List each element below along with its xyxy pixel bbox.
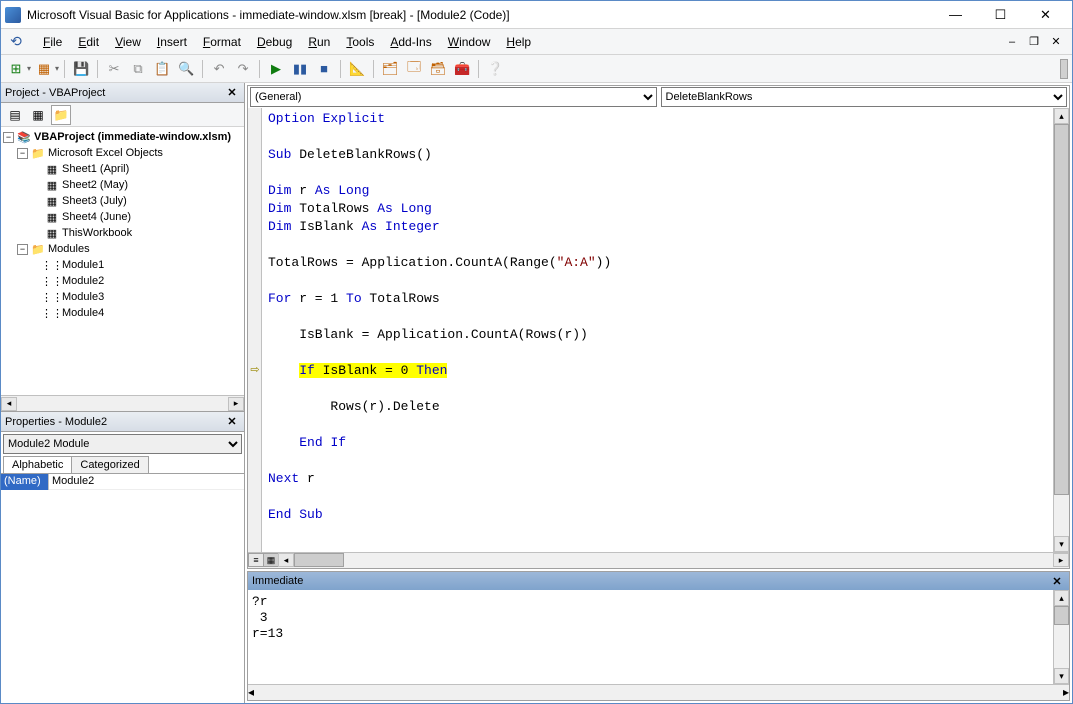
titlebar: Microsoft Visual Basic for Applications … [1, 1, 1072, 29]
property-name-value[interactable]: Module2 [49, 474, 244, 490]
full-module-view-button[interactable]: ▦ [263, 553, 279, 567]
paste-button[interactable]: 📋 [151, 58, 173, 80]
copy-button[interactable]: ⧉ [127, 58, 149, 80]
project-panel-title: Project - VBAProject [5, 87, 105, 99]
reset-button[interactable]: ■ [313, 58, 335, 80]
cut-button[interactable]: ✂ [103, 58, 125, 80]
menu-add-ins[interactable]: Add-Ins [382, 33, 439, 51]
imm-scroll-right-button[interactable]: ▸ [1063, 685, 1069, 700]
project-panel-close-button[interactable]: ✕ [224, 85, 240, 101]
vba-icon: ⟲ [7, 33, 25, 51]
minimize-button[interactable]: — [933, 2, 978, 28]
tab-categorized[interactable]: Categorized [71, 456, 148, 473]
menu-tools[interactable]: Tools [338, 33, 382, 51]
menu-run[interactable]: Run [300, 33, 338, 51]
scroll-up-button[interactable]: ▴ [1054, 108, 1069, 124]
property-name-label: (Name) [1, 474, 49, 490]
project-panel-header: Project - VBAProject ✕ [1, 83, 244, 103]
immediate-title: Immediate [252, 575, 303, 587]
tree-module-2[interactable]: ⋮⋮Module3 [3, 289, 242, 305]
scroll-right-button[interactable]: ▸ [228, 397, 244, 411]
procedure-view-button[interactable]: ≡ [248, 553, 264, 567]
tree-vbaproject[interactable]: −📚VBAProject (immediate-window.xlsm) [3, 129, 242, 145]
tree-excel-objects[interactable]: −📁Microsoft Excel Objects [3, 145, 242, 161]
tree-sheet-3[interactable]: ▦Sheet4 (June) [3, 209, 242, 225]
code-hscrollbar[interactable]: ≡ ▦ ◂ ▸ [248, 552, 1069, 568]
execution-pointer-icon: ⇨ [248, 362, 262, 376]
break-button[interactable]: ▮▮ [289, 58, 311, 80]
properties-window-button[interactable]: 🗔 [403, 58, 425, 80]
menu-file[interactable]: File [35, 33, 70, 51]
redo-button[interactable]: ↷ [232, 58, 254, 80]
code-editor[interactable]: Option Explicit Sub DeleteBlankRows() Di… [262, 108, 1053, 552]
view-code-button[interactable]: ▤ [5, 105, 25, 125]
mdi-minimize-button[interactable]: – [1002, 32, 1022, 52]
tab-alphabetic[interactable]: Alphabetic [3, 456, 72, 473]
menu-help[interactable]: Help [498, 33, 539, 51]
scroll-left-button[interactable]: ◂ [1, 397, 17, 411]
design-mode-button[interactable]: 📐 [346, 58, 368, 80]
tree-sheet-4[interactable]: ▦ThisWorkbook [3, 225, 242, 241]
tree-sheet-2[interactable]: ▦Sheet3 (July) [3, 193, 242, 209]
imm-scroll-down-button[interactable]: ▾ [1054, 668, 1069, 684]
code-scroll-left-button[interactable]: ◂ [278, 553, 294, 567]
menu-window[interactable]: Window [440, 33, 499, 51]
properties-panel-close-button[interactable]: ✕ [224, 414, 240, 430]
tree-module-1[interactable]: ⋮⋮Module2 [3, 273, 242, 289]
object-browser-button[interactable]: 🗃 [427, 58, 449, 80]
app-icon [5, 7, 21, 23]
properties-grid[interactable]: (Name) Module2 [1, 473, 244, 703]
mdi-close-button[interactable]: ✕ [1046, 32, 1066, 52]
save-button[interactable]: 💾 [70, 58, 92, 80]
view-excel-button[interactable]: ⊞ [5, 58, 27, 80]
imm-vscroll-thumb[interactable] [1054, 606, 1069, 625]
menu-format[interactable]: Format [195, 33, 249, 51]
code-scroll-right-button[interactable]: ▸ [1053, 553, 1069, 567]
help-button[interactable]: ❔ [484, 58, 506, 80]
properties-panel-title: Properties - Module2 [5, 416, 107, 428]
insert-button[interactable]: ▦ [33, 58, 55, 80]
menu-insert[interactable]: Insert [149, 33, 195, 51]
tree-modules[interactable]: −📁Modules [3, 241, 242, 257]
menu-edit[interactable]: Edit [70, 33, 107, 51]
code-vscrollbar[interactable]: ▴ ▾ [1053, 108, 1069, 552]
tree-module-0[interactable]: ⋮⋮Module1 [3, 257, 242, 273]
maximize-button[interactable]: ☐ [978, 2, 1023, 28]
project-tree[interactable]: −📚VBAProject (immediate-window.xlsm)−📁Mi… [1, 127, 244, 395]
immediate-close-button[interactable]: ✕ [1049, 573, 1065, 589]
find-button[interactable]: 🔍 [175, 58, 197, 80]
tree-sheet-1[interactable]: ▦Sheet2 (May) [3, 177, 242, 193]
close-button[interactable]: ✕ [1023, 2, 1068, 28]
immediate-vscrollbar[interactable]: ▴ ▾ [1053, 590, 1069, 684]
code-margin[interactable]: ⇨ [248, 108, 262, 552]
menu-debug[interactable]: Debug [249, 33, 300, 51]
window-title: Microsoft Visual Basic for Applications … [27, 8, 933, 22]
vscroll-thumb[interactable] [1054, 124, 1069, 495]
object-combo[interactable]: (General) [250, 87, 657, 107]
tree-sheet-0[interactable]: ▦Sheet1 (April) [3, 161, 242, 177]
project-explorer-button[interactable]: 🗂 [379, 58, 401, 80]
menu-view[interactable]: View [107, 33, 149, 51]
toolbar-grip[interactable] [1060, 59, 1068, 79]
immediate-input[interactable]: ?r 3 r=13 [248, 590, 1053, 684]
toolbar: ⊞▾ ▦▾ 💾 ✂ ⧉ 📋 🔍 ↶ ↷ ▶ ▮▮ ■ 📐 🗂 🗔 🗃 🧰 ❔ [1, 55, 1072, 83]
immediate-hscrollbar[interactable]: ◂ ▸ [248, 684, 1069, 700]
hscroll-thumb[interactable] [294, 553, 344, 567]
immediate-header: Immediate ✕ [248, 572, 1069, 590]
project-hscrollbar[interactable]: ◂ ▸ [1, 395, 244, 411]
procedure-combo[interactable]: DeleteBlankRows [661, 87, 1068, 107]
tree-module-3[interactable]: ⋮⋮Module4 [3, 305, 242, 321]
toggle-folders-button[interactable]: 📁 [51, 105, 71, 125]
imm-scroll-up-button[interactable]: ▴ [1054, 590, 1069, 606]
scroll-down-button[interactable]: ▾ [1054, 536, 1069, 552]
toolbox-button[interactable]: 🧰 [451, 58, 473, 80]
mdi-restore-button[interactable]: ❐ [1024, 32, 1044, 52]
view-object-button[interactable]: ▦ [28, 105, 48, 125]
run-button[interactable]: ▶ [265, 58, 287, 80]
properties-panel-header: Properties - Module2 ✕ [1, 412, 244, 432]
properties-object-combo[interactable]: Module2 Module [3, 434, 242, 454]
undo-button[interactable]: ↶ [208, 58, 230, 80]
menubar: ⟲ FileEditViewInsertFormatDebugRunToolsA… [1, 29, 1072, 55]
